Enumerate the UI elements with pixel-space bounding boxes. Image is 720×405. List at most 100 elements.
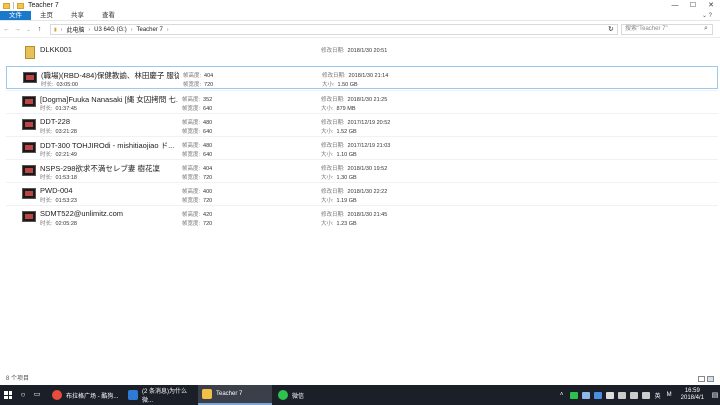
maximize-button[interactable]: ☐	[684, 0, 702, 11]
wechat-tray-icon[interactable]	[569, 391, 578, 399]
duration-label: 时长:	[41, 82, 54, 88]
tab-view[interactable]: 查看	[93, 11, 124, 20]
duration: 时长: 02:21:49	[40, 150, 77, 158]
taskbar-app-browser[interactable]: (2 条消息)为什么微...	[124, 385, 196, 405]
tab-home[interactable]: 主页	[31, 11, 62, 20]
frame-width-value: 720	[203, 198, 213, 204]
network-tray-icon[interactable]	[581, 391, 590, 399]
tiles-view-icon[interactable]	[707, 376, 714, 382]
up-arrow-icon[interactable]: ↑	[35, 26, 44, 33]
frame-height: 帧高度: 400	[182, 187, 212, 195]
file-size: 大小: 1.10 GB	[321, 150, 357, 158]
file-size-label: 大小:	[321, 221, 334, 227]
recent-locations-chevron-icon[interactable]: ⌄	[24, 27, 33, 33]
frame-height-label: 帧高度:	[182, 97, 201, 103]
battery-icon[interactable]	[617, 391, 626, 399]
window-controls: — ☐ ✕	[666, 0, 720, 11]
ime-mode[interactable]: M	[667, 392, 672, 398]
thumbnail-image	[25, 214, 33, 219]
frame-width-label: 帧宽度:	[182, 129, 201, 135]
file-size-label: 大小:	[321, 106, 334, 112]
breadcrumb-this-pc[interactable]: 此电脑	[66, 25, 84, 34]
kugou-icon	[52, 390, 62, 400]
modified-date-label: 修改日期:	[321, 97, 345, 103]
file-name: DLKK001	[40, 45, 73, 54]
search-icon[interactable]: ⌕	[704, 25, 717, 33]
modified-date: 修改日期: 2018/1/30 21:14	[322, 71, 388, 79]
frame-height-label: 帧高度:	[182, 120, 201, 126]
modified-date: 修改日期: 2018/1/30 21:45	[321, 210, 387, 218]
video-file-item[interactable]: PWD-004 时长: 01:53:23 帧高度: 400 帧宽度: 720 大小: 1.19 …	[6, 182, 718, 205]
chevron-up-icon[interactable]: ˄	[558, 392, 566, 399]
minimize-button[interactable]: —	[666, 0, 684, 11]
taskbar-app-explorer[interactable]: Teacher 7	[198, 385, 272, 405]
frame-width-label: 帧宽度:	[182, 221, 201, 227]
duration-label: 时长:	[40, 152, 53, 158]
breadcrumb-drive[interactable]: U3 64G (G:)	[94, 27, 127, 33]
frame-width-value: 720	[204, 82, 214, 88]
address-bar[interactable]: ▮ › 此电脑 › U3 64G (G:) › Teacher 7 › ⌄	[50, 24, 618, 35]
ime-indicator[interactable]: 英	[655, 391, 661, 400]
folder-item[interactable]: DLKK001 修改日期: 2018/1/30 20:51	[6, 42, 718, 65]
duration-label: 时长:	[40, 106, 53, 112]
frame-width-value: 720	[203, 221, 213, 227]
video-thumbnail	[22, 165, 36, 176]
file-size-value: 1.52 GB	[336, 129, 357, 135]
file-list: DLKK001 修改日期: 2018/1/30 20:51 (職場)(RBD-484)…	[0, 38, 720, 368]
video-file-item[interactable]: DDT-228 时长: 03:21:28 帧高度: 480 帧宽度: 640 大小: 1.52 …	[6, 113, 718, 136]
modified-date-label: 修改日期:	[322, 73, 346, 79]
duration-value: 02:21:49	[55, 152, 77, 158]
modified-date-value: 2018/1/30 20:51	[347, 48, 388, 54]
video-file-item[interactable]: DDT-300 TOHJIROdi - mishitiaojiao ド... 时长…	[6, 136, 718, 159]
frame-width-label: 帧宽度:	[182, 106, 201, 112]
tab-share[interactable]: 共享	[62, 11, 93, 20]
start-button[interactable]	[0, 385, 16, 405]
close-button[interactable]: ✕	[702, 0, 720, 11]
file-size-label: 大小:	[321, 152, 334, 158]
taskbar-app-label: 布拉格广场 - 酷狗...	[66, 393, 119, 400]
forward-arrow-icon[interactable]: →	[13, 26, 22, 33]
details-view-icon[interactable]	[698, 376, 705, 382]
modified-date-value: 2018/1/30 21:14	[348, 73, 389, 79]
taskbar-app-kugou[interactable]: 布拉格广场 - 酷狗...	[48, 385, 122, 405]
duration-label: 时长:	[40, 175, 53, 181]
task-view-icon[interactable]: ▭	[30, 385, 44, 405]
frame-height-value: 420	[203, 212, 213, 218]
duration-value: 01:37:45	[55, 106, 77, 112]
taskbar-app-wechat[interactable]: 微信	[274, 385, 346, 405]
video-file-item[interactable]: SDMT522@unlimitz.com 时长: 02:05:28 帧高度: 420 帧宽…	[6, 205, 718, 228]
frame-height-value: 404	[204, 73, 214, 79]
refresh-icon[interactable]: ↻	[608, 25, 614, 33]
modified-date: 修改日期: 2018/1/30 22:22	[321, 187, 387, 195]
chevron-right-icon: ›	[60, 26, 63, 33]
pen-tray-icon[interactable]	[605, 391, 614, 399]
app-tray-icon[interactable]	[593, 391, 602, 399]
video-file-item[interactable]: (職場)(RBD-484)保健教諭、林田慶子 服従... 时长: 03:05:00 帧…	[6, 66, 718, 89]
frame-width-label: 帧宽度:	[182, 152, 201, 158]
frame-height: 帧高度: 404	[182, 164, 212, 172]
file-size: 大小: 1.50 GB	[322, 80, 358, 88]
quick-access-folder-icon[interactable]	[17, 2, 24, 9]
wifi-icon[interactable]	[629, 391, 638, 399]
volume-icon[interactable]	[641, 391, 650, 399]
duration-value: 01:53:23	[55, 198, 77, 204]
duration: 时长: 01:53:23	[40, 196, 77, 204]
video-file-item[interactable]: [Dogma]Fuuka Nanasaki [縄 女囚拷問 七... 时长: 01:…	[6, 90, 718, 113]
breadcrumb-folder[interactable]: Teacher 7	[136, 27, 162, 33]
file-size-label: 大小:	[321, 175, 334, 181]
modified-date-value: 2018/1/30 21:45	[347, 212, 388, 218]
frame-height-value: 404	[203, 166, 213, 172]
back-arrow-icon[interactable]: ←	[2, 26, 11, 33]
ribbon-expand-help[interactable]: ⌄ ?	[702, 12, 712, 19]
frame-height: 帧高度: 404	[183, 71, 213, 79]
notification-icon[interactable]: ▤	[710, 391, 720, 399]
video-file-item[interactable]: NSPS-298欲求不満セレブ妻 樹花凜 时长: 01:53:18 帧高度: 404 帧宽…	[6, 159, 718, 182]
search-icon[interactable]: ○	[16, 385, 30, 405]
file-size-label: 大小:	[321, 198, 334, 204]
frame-height-value: 480	[203, 120, 213, 126]
search-input[interactable]: 搜索"Teacher 7"	[621, 24, 713, 35]
tab-file[interactable]: 文件	[0, 11, 31, 20]
frame-height-value: 400	[203, 189, 213, 195]
clock[interactable]: 16:59 2018/4/1	[681, 388, 704, 402]
thumbnail-image	[25, 99, 33, 104]
